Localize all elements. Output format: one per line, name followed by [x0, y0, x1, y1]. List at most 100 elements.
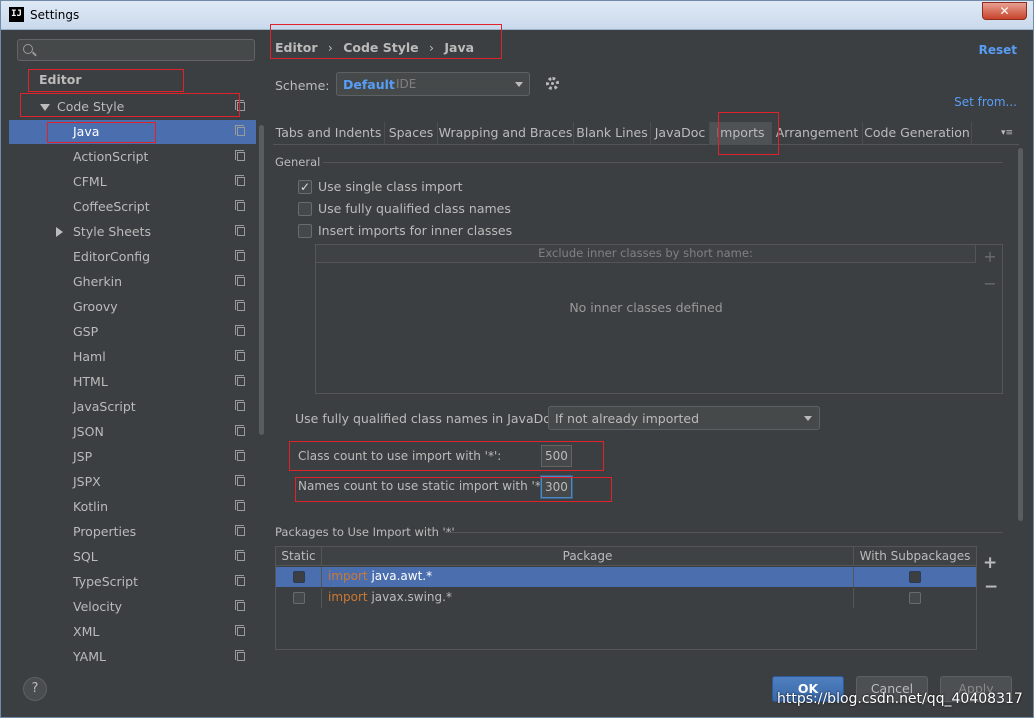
sidebar-item-haml[interactable]: Haml — [9, 345, 256, 369]
sidebar-item-typescript[interactable]: TypeScript — [9, 570, 256, 594]
subpackages-checkbox[interactable] — [909, 571, 921, 583]
sidebar-item-actionscript[interactable]: ActionScript — [9, 145, 256, 169]
project-scope-icon — [235, 525, 245, 536]
sidebar-item-sql[interactable]: SQL — [9, 545, 256, 569]
tab-imports[interactable]: Imports — [710, 122, 772, 145]
project-scope-icon — [235, 200, 245, 211]
gear-icon[interactable] — [546, 77, 559, 90]
tab-javadoc[interactable]: JavaDoc — [651, 122, 710, 145]
static-checkbox[interactable] — [293, 571, 305, 583]
sidebar-item-editor[interactable]: Editor — [9, 68, 256, 92]
checkbox[interactable] — [298, 202, 312, 216]
add-package-button[interactable]: + — [983, 553, 997, 573]
sidebar-item-label: XML — [73, 624, 100, 639]
sidebar-scrollbar[interactable] — [259, 125, 264, 435]
sidebar-item-java[interactable]: Java — [9, 120, 256, 144]
class-count-label: Class count to use import with '*': — [298, 449, 502, 463]
project-scope-icon — [235, 175, 245, 186]
table-row[interactable]: import java.awt.* — [276, 567, 976, 587]
project-scope-icon — [235, 100, 245, 111]
help-button[interactable]: ? — [23, 677, 47, 701]
tabs-overflow-icon[interactable]: ▾≡ — [1001, 128, 1019, 138]
scheme-label: Scheme: — [275, 78, 330, 93]
set-from-link[interactable]: Set from... — [954, 95, 1017, 109]
subpackages-cell[interactable] — [854, 588, 976, 608]
sidebar-item-code-style[interactable]: Code Style — [9, 95, 256, 119]
add-exclusion-button[interactable]: + — [983, 249, 997, 265]
content-scrollbar[interactable] — [1018, 148, 1023, 521]
column-package[interactable]: Package — [322, 547, 854, 566]
sidebar-item-label: Editor — [39, 72, 82, 87]
sidebar-item-html[interactable]: HTML — [9, 370, 256, 394]
window-close-button[interactable]: ✕ — [982, 2, 1027, 20]
sidebar-item-label: YAML — [73, 649, 106, 664]
reset-link[interactable]: Reset — [979, 43, 1017, 57]
sidebar-item-xml[interactable]: XML — [9, 620, 256, 644]
tab-tabs-and-indents[interactable]: Tabs and Indents — [273, 122, 385, 145]
sidebar-item-coffeescript[interactable]: CoffeeScript — [9, 195, 256, 219]
sidebar-item-json[interactable]: JSON — [9, 420, 256, 444]
sidebar-item-jsp[interactable]: JSP — [9, 445, 256, 469]
exclude-table-header: Exclude inner classes by short name: — [316, 245, 976, 263]
settings-search-input[interactable] — [17, 39, 255, 61]
remove-package-button[interactable]: − — [984, 577, 998, 597]
sidebar-item-label: Style Sheets — [73, 224, 152, 239]
sidebar-item-style-sheets[interactable]: Style Sheets — [9, 220, 256, 244]
project-scope-icon — [235, 550, 245, 561]
remove-exclusion-button[interactable]: − — [983, 276, 997, 292]
tab-wrapping-and-braces[interactable]: Wrapping and Braces — [438, 122, 574, 145]
option-label: Use single class import — [318, 179, 463, 194]
sidebar-item-groovy[interactable]: Groovy — [9, 295, 256, 319]
sidebar-item-gsp[interactable]: GSP — [9, 320, 256, 344]
checkbox[interactable] — [298, 224, 312, 238]
package-cell[interactable]: import java.awt.* — [322, 567, 854, 587]
project-scope-icon — [235, 300, 245, 311]
sidebar-item-kotlin[interactable]: Kotlin — [9, 495, 256, 519]
column-with-subpackages[interactable]: With Subpackages — [854, 547, 976, 566]
sidebar-item-cfml[interactable]: CFML — [9, 170, 256, 194]
sidebar-item-yaml[interactable]: YAML — [9, 645, 256, 665]
column-static[interactable]: Static — [276, 547, 322, 566]
static-checkbox[interactable] — [293, 592, 305, 604]
sidebar-item-editorconfig[interactable]: EditorConfig — [9, 245, 256, 269]
sidebar-item-gherkin[interactable]: Gherkin — [9, 270, 256, 294]
scheme-select[interactable]: Default IDE — [336, 72, 530, 96]
names-count-input[interactable]: 300 — [541, 476, 572, 498]
sidebar-item-label: ActionScript — [73, 149, 149, 164]
sidebar-item-javascript[interactable]: JavaScript — [9, 395, 256, 419]
package-name: javax.swing.* — [371, 590, 452, 604]
sidebar-item-label: JSON — [73, 424, 104, 439]
package-cell[interactable]: import javax.swing.* — [322, 588, 854, 608]
expand-arrow-icon[interactable] — [56, 227, 63, 237]
tab-arrangement[interactable]: Arrangement — [772, 122, 863, 145]
static-cell[interactable] — [276, 588, 322, 608]
tab-code-generation[interactable]: Code Generation — [863, 122, 972, 145]
settings-sidebar: Editor Code Style Java ActionScript CFML… — [9, 31, 264, 665]
project-scope-icon — [235, 350, 245, 361]
scheme-value: Default — [343, 77, 395, 92]
class-count-input[interactable]: 500 — [541, 445, 572, 467]
table-row[interactable]: import javax.swing.* — [276, 588, 976, 608]
package-name: java.awt.* — [371, 569, 433, 583]
tab-blank-lines[interactable]: Blank Lines — [574, 122, 651, 145]
sidebar-item-properties[interactable]: Properties — [9, 520, 256, 544]
subpackages-cell[interactable] — [854, 567, 976, 587]
expand-arrow-icon[interactable] — [40, 104, 50, 111]
javadoc-fq-select[interactable]: If not already imported — [548, 406, 820, 430]
sidebar-item-label: Properties — [73, 524, 137, 539]
project-scope-icon — [235, 650, 245, 661]
project-scope-icon — [235, 600, 245, 611]
watermark-text: https://blog.csdn.net/qq_40408317 — [777, 691, 1023, 707]
tab-spaces[interactable]: Spaces — [385, 122, 438, 145]
static-cell[interactable] — [276, 567, 322, 587]
general-group-title: General — [275, 155, 321, 169]
javadoc-fq-label: Use fully qualified class names in JavaD… — [295, 411, 562, 426]
javadoc-fq-value: If not already imported — [555, 411, 700, 426]
subpackages-checkbox[interactable] — [909, 592, 921, 604]
checkbox-checked[interactable]: ✓ — [298, 180, 312, 194]
sidebar-item-jspx[interactable]: JSPX — [9, 470, 256, 494]
packages-table-header: Static Package With Subpackages — [276, 547, 976, 566]
intellij-app-icon: IJ — [9, 7, 24, 22]
sidebar-item-velocity[interactable]: Velocity — [9, 595, 256, 619]
chevron-down-icon — [515, 82, 523, 87]
